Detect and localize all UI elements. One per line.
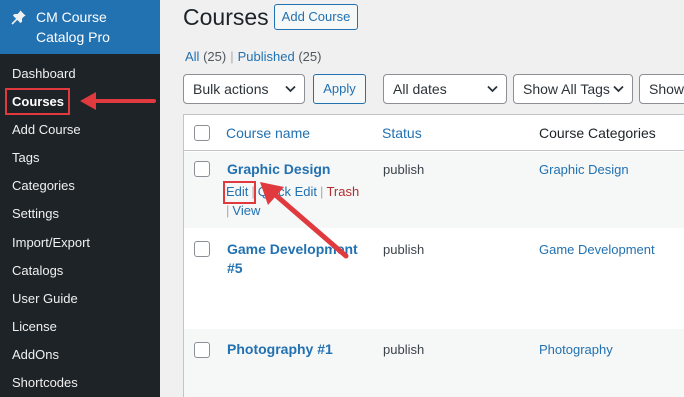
sidebar-item-dashboard[interactable]: Dashboard	[0, 60, 160, 88]
edit-highlight-box	[223, 181, 256, 204]
course-status: publish	[383, 162, 425, 177]
apply-button[interactable]: Apply	[313, 74, 366, 104]
row-checkbox[interactable]	[194, 161, 210, 177]
table-row: Photography #1 publish Photography	[184, 329, 684, 397]
chevron-down-icon	[285, 85, 296, 93]
sidebar-item-add-course[interactable]: Add Course	[0, 116, 160, 144]
filter-all-count: (25)	[203, 49, 227, 64]
sidebar-item-addons[interactable]: AddOns	[0, 341, 160, 369]
admin-sidebar: CM Course Catalog Pro Dashboard Courses …	[0, 0, 160, 397]
sidebar-item-tags[interactable]: Tags	[0, 144, 160, 172]
row-checkbox[interactable]	[194, 241, 210, 257]
sidebar-item-catalogs[interactable]: Catalogs	[0, 257, 160, 285]
filter-published-label: Published	[237, 49, 295, 64]
tag-filter-select[interactable]: Show All Tags	[513, 74, 633, 104]
status-filter-links: All (25) | Published (25)	[185, 49, 321, 64]
plugin-menu-header[interactable]: CM Course Catalog Pro	[0, 0, 160, 54]
course-title-link[interactable]: Graphic Design	[227, 160, 367, 179]
course-status: publish	[383, 342, 425, 357]
plugin-title: CM Course Catalog Pro	[36, 9, 110, 45]
page-title: Courses	[183, 4, 269, 30]
filter-published-count: (25)	[298, 49, 322, 64]
tag-filter-value: Show All Tags	[523, 81, 610, 97]
course-category-link[interactable]: Photography	[539, 342, 613, 357]
sidebar-item-shortcodes[interactable]: Shortcodes	[0, 369, 160, 397]
column-course-name[interactable]: Course name	[226, 125, 310, 141]
column-status[interactable]: Status	[382, 125, 422, 141]
row-checkbox[interactable]	[194, 342, 210, 358]
sidebar-item-settings[interactable]: Settings	[0, 200, 160, 228]
sidebar-item-license[interactable]: License	[0, 313, 160, 341]
pin-icon	[11, 10, 26, 25]
table-header: Course name Status Course Categories	[184, 115, 684, 151]
select-all-checkbox[interactable]	[194, 125, 210, 141]
course-status: publish	[383, 242, 425, 257]
bulk-actions-select[interactable]: Bulk actions	[183, 74, 305, 104]
filter-published-link[interactable]: Published (25)	[238, 49, 322, 64]
courses-highlight-box	[5, 88, 70, 115]
date-filter-select[interactable]: All dates	[383, 74, 507, 104]
course-title-link[interactable]: Photography #1	[227, 340, 367, 359]
filter-all-label: All	[185, 49, 200, 64]
filter-all-link[interactable]: All (25)	[185, 49, 226, 64]
filter-separator: |	[230, 49, 234, 64]
category-filter-select[interactable]: Show	[639, 74, 684, 104]
arrow-icon	[80, 92, 156, 110]
chevron-down-icon	[613, 85, 624, 93]
sidebar-item-import-export[interactable]: Import/Export	[0, 229, 160, 257]
chevron-down-icon	[487, 85, 498, 93]
main-content: Courses Add Course All (25) | Published (2…	[160, 0, 684, 397]
bulk-actions-value: Bulk actions	[193, 81, 269, 97]
sidebar-item-categories[interactable]: Categories	[0, 172, 160, 200]
add-course-button[interactable]: Add Course	[274, 4, 358, 30]
sidebar-item-user-guide[interactable]: User Guide	[0, 285, 160, 313]
date-filter-value: All dates	[393, 81, 447, 97]
column-course-categories: Course Categories	[539, 125, 656, 141]
course-category-link[interactable]: Game Development	[539, 242, 655, 257]
category-filter-value: Show	[649, 81, 684, 97]
course-category-link[interactable]: Graphic Design	[539, 162, 629, 177]
arrow-icon	[260, 182, 349, 259]
